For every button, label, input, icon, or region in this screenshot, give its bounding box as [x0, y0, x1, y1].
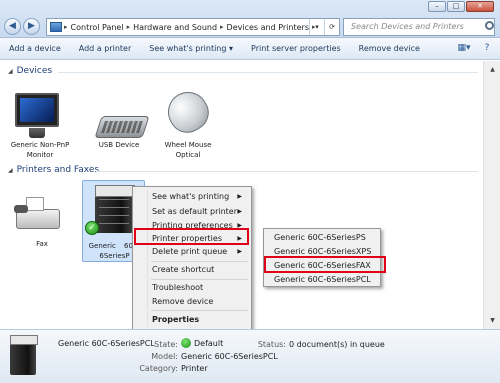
close-button[interactable]: ✕	[466, 1, 494, 12]
model-label: Model:	[151, 352, 178, 361]
breadcrumb-hardware-and-sound[interactable]: Hardware and Sound	[133, 23, 217, 32]
device-usb[interactable]: USB Device	[84, 102, 154, 152]
window-controls: – □ ✕	[428, 1, 494, 12]
chevron-right-icon[interactable]: ▸	[220, 23, 224, 31]
menu-item-properties[interactable]: Properties	[135, 313, 249, 326]
monitor-icon	[15, 93, 59, 127]
printer-icon	[95, 185, 135, 233]
vertical-scrollbar[interactable]: ▲ ▼	[483, 61, 500, 329]
command-bar: Add a device Add a printer See what's pr…	[0, 38, 500, 60]
details-pane: Generic 60C-6SeriesPCL State: Default St…	[0, 329, 500, 383]
category-label: Category:	[139, 364, 178, 373]
menu-separator	[151, 310, 248, 311]
category-value: Printer	[181, 364, 208, 373]
submenu-arrow-icon: ▶	[237, 248, 242, 255]
group-divider	[58, 72, 478, 73]
context-menu: See what's printing ▶ Set as default prin…	[132, 186, 252, 330]
toolbar-right: ▦▾ ?	[457, 42, 494, 55]
search-input[interactable]: Search Devices and Printers	[343, 18, 495, 36]
submenu-arrow-icon: ▶	[237, 208, 242, 215]
chevron-down-icon[interactable]: ▾	[309, 19, 324, 35]
maximize-button[interactable]: □	[447, 1, 465, 12]
submenu-item-pcl[interactable]: Generic 60C-6SeriesPCL	[266, 273, 378, 286]
remove-device-button[interactable]: Remove device	[350, 44, 429, 53]
state-value: Default	[181, 338, 223, 348]
chevron-right-icon[interactable]: ▸	[127, 23, 131, 31]
menu-separator	[151, 279, 248, 280]
breadcrumb-devices-and-printers[interactable]: Devices and Printers	[227, 23, 309, 32]
menu-item-troubleshoot[interactable]: Troubleshoot	[135, 281, 249, 294]
see-whats-printing-button[interactable]: See what's printing ▾	[140, 44, 242, 53]
menu-item-set-default[interactable]: Set as default printer ▶	[135, 205, 249, 218]
menu-separator	[151, 261, 248, 262]
menu-item-remove-device[interactable]: Remove device	[135, 295, 249, 308]
add-printer-button[interactable]: Add a printer	[70, 44, 140, 53]
model-value: Generic 60C-6SeriesPCL	[181, 352, 278, 361]
mouse-icon	[160, 84, 216, 140]
printer-icon	[10, 335, 38, 375]
help-icon[interactable]: ?	[480, 42, 494, 55]
submenu-arrow-icon: ▶	[237, 193, 242, 200]
submenu-item-ps[interactable]: Generic 60C-6SeriesPS	[266, 231, 378, 244]
keyboard-icon	[94, 116, 150, 138]
fax-handset	[14, 205, 28, 213]
fax-paper	[26, 197, 44, 211]
device-label: Wheel Mouse Optical	[164, 141, 212, 159]
refresh-icon[interactable]: ⟳	[324, 19, 339, 35]
device-monitor[interactable]: Generic Non-PnP Monitor	[5, 93, 75, 159]
group-divider	[96, 171, 478, 172]
monitor-stand	[29, 128, 45, 138]
state-label: State:	[154, 340, 178, 349]
search-icon[interactable]	[485, 21, 494, 30]
forward-arrow-icon[interactable]: ▶	[23, 18, 40, 35]
print-server-properties-button[interactable]: Print server properties	[242, 44, 350, 53]
add-device-button[interactable]: Add a device	[0, 44, 70, 53]
control-panel-icon	[50, 22, 62, 32]
minimize-button[interactable]: –	[428, 1, 446, 12]
back-arrow-icon[interactable]: ◀	[4, 18, 21, 35]
default-check-icon	[181, 338, 191, 348]
breadcrumb-control-panel[interactable]: Control Panel	[71, 23, 124, 32]
group-header-devices[interactable]: ◢ Devices	[8, 66, 52, 76]
collapse-arrow-icon[interactable]: ◢	[8, 167, 13, 174]
default-check-icon: ✓	[85, 221, 99, 235]
scroll-down-icon[interactable]: ▼	[485, 313, 500, 328]
status-label: Status:	[257, 340, 286, 349]
window-titlebar: – □ ✕ ◀ ▶ ▸ Control Panel ▸ Hardware and…	[0, 0, 500, 38]
menu-item-create-shortcut[interactable]: Create shortcut	[135, 263, 249, 276]
chevron-right-icon[interactable]: ▸	[64, 23, 68, 31]
printer-fax[interactable]: Fax	[12, 195, 72, 250]
address-bar-controls: ▾ ⟳	[309, 19, 339, 35]
address-bar[interactable]: ▸ Control Panel ▸ Hardware and Sound ▸ D…	[46, 18, 340, 36]
status-value: 0 document(s) in queue	[289, 340, 385, 349]
menu-item-see-whats-printing[interactable]: See what's printing ▶	[135, 190, 249, 203]
device-label: Fax	[36, 240, 48, 248]
change-view-icon[interactable]: ▦▾	[457, 42, 471, 55]
menu-item-delete-print-queue[interactable]: Delete print queue ▶	[135, 245, 249, 258]
device-label: Generic Non-PnP Monitor	[10, 141, 70, 159]
device-mouse[interactable]: Wheel Mouse Optical	[153, 84, 223, 159]
scroll-up-icon[interactable]: ▲	[485, 62, 500, 77]
highlight-printer-properties	[134, 228, 249, 245]
group-header-printers[interactable]: ◢ Printers and Faxes	[8, 165, 99, 175]
device-label: USB Device	[98, 141, 140, 149]
collapse-arrow-icon[interactable]: ◢	[8, 68, 13, 75]
highlight-submenu-fax	[264, 256, 386, 273]
